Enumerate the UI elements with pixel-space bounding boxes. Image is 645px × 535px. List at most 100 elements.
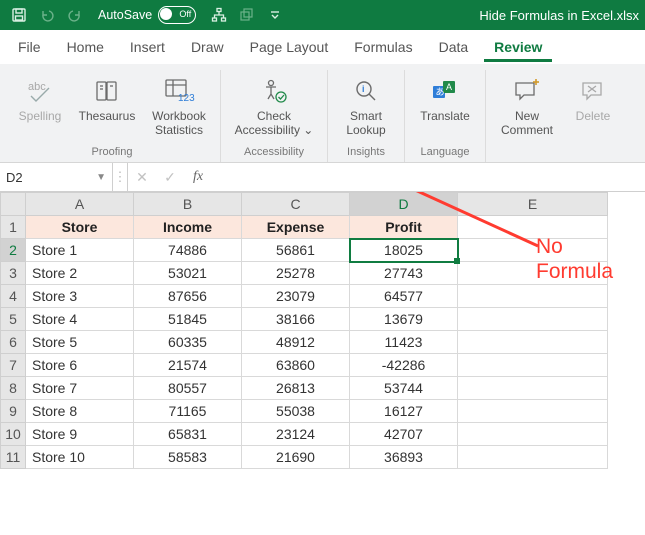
cell[interactable]: 21690 xyxy=(242,446,350,469)
cell[interactable] xyxy=(458,308,608,331)
col-header-C[interactable]: C xyxy=(242,193,350,216)
row-header-8[interactable]: 8 xyxy=(1,377,26,400)
cell[interactable]: 27743 xyxy=(350,262,458,285)
cell[interactable]: 38166 xyxy=(242,308,350,331)
cell[interactable]: Store 2 xyxy=(26,262,134,285)
tab-file[interactable]: File xyxy=(8,33,51,61)
cell[interactable]: 63860 xyxy=(242,354,350,377)
cell[interactable]: Store 9 xyxy=(26,423,134,446)
redo-icon[interactable] xyxy=(62,3,88,27)
tab-insert[interactable]: Insert xyxy=(120,33,175,61)
cell[interactable]: 58583 xyxy=(134,446,242,469)
cell[interactable] xyxy=(458,262,608,285)
tab-data[interactable]: Data xyxy=(429,33,479,61)
toggle-switch[interactable]: Off xyxy=(158,6,196,24)
cell[interactable]: 87656 xyxy=(134,285,242,308)
cell[interactable]: 16127 xyxy=(350,400,458,423)
cell[interactable] xyxy=(458,423,608,446)
translate-button[interactable]: あA Translate xyxy=(411,70,479,142)
cell[interactable]: -42286 xyxy=(350,354,458,377)
tab-page-layout[interactable]: Page Layout xyxy=(240,33,339,61)
cell[interactable] xyxy=(458,216,608,239)
cell[interactable]: 80557 xyxy=(134,377,242,400)
cell[interactable]: 23124 xyxy=(242,423,350,446)
spelling-button[interactable]: abc Spelling xyxy=(10,70,70,142)
cell[interactable] xyxy=(458,377,608,400)
row-header-3[interactable]: 3 xyxy=(1,262,26,285)
cell[interactable] xyxy=(458,354,608,377)
cell[interactable]: 21574 xyxy=(134,354,242,377)
name-box[interactable]: D2 ▼ xyxy=(0,163,113,191)
cell[interactable]: 25278 xyxy=(242,262,350,285)
cell[interactable]: Income xyxy=(134,216,242,239)
row-header-7[interactable]: 7 xyxy=(1,354,26,377)
row-header-11[interactable]: 11 xyxy=(1,446,26,469)
col-header-D[interactable]: D xyxy=(350,193,458,216)
row-header-10[interactable]: 10 xyxy=(1,423,26,446)
cell[interactable]: 64577 xyxy=(350,285,458,308)
cell[interactable]: Store 5 xyxy=(26,331,134,354)
cell[interactable]: Store 8 xyxy=(26,400,134,423)
check-accessibility-button[interactable]: Check Accessibility ⌄ xyxy=(227,70,321,142)
cell[interactable]: 71165 xyxy=(134,400,242,423)
cell[interactable] xyxy=(458,400,608,423)
formula-input[interactable] xyxy=(212,163,645,191)
new-comment-button[interactable]: New Comment xyxy=(492,70,562,142)
cell[interactable]: Expense xyxy=(242,216,350,239)
cell[interactable]: 36893 xyxy=(350,446,458,469)
workbook-statistics-button[interactable]: 123 Workbook Statistics xyxy=(144,70,214,142)
smart-lookup-button[interactable]: i Smart Lookup xyxy=(334,70,398,142)
tab-home[interactable]: Home xyxy=(57,33,114,61)
cell[interactable] xyxy=(458,446,608,469)
row-header-5[interactable]: 5 xyxy=(1,308,26,331)
group-icon[interactable] xyxy=(234,3,260,27)
cell[interactable]: 56861 xyxy=(242,239,350,262)
save-icon[interactable] xyxy=(6,3,32,27)
cell[interactable]: 53744 xyxy=(350,377,458,400)
cell[interactable]: Profit xyxy=(350,216,458,239)
select-all-corner[interactable] xyxy=(1,193,26,216)
cell[interactable]: Store 10 xyxy=(26,446,134,469)
cell[interactable]: 13679 xyxy=(350,308,458,331)
cell[interactable] xyxy=(458,285,608,308)
cell[interactable]: 60335 xyxy=(134,331,242,354)
cell[interactable]: 53021 xyxy=(134,262,242,285)
col-header-B[interactable]: B xyxy=(134,193,242,216)
cell[interactable]: 74886 xyxy=(134,239,242,262)
cell[interactable]: 11423 xyxy=(350,331,458,354)
cell[interactable]: 51845 xyxy=(134,308,242,331)
fx-button[interactable]: fx xyxy=(184,163,212,191)
undo-icon[interactable] xyxy=(34,3,60,27)
org-chart-icon[interactable] xyxy=(206,3,232,27)
cell[interactable]: Store 3 xyxy=(26,285,134,308)
cell[interactable]: 26813 xyxy=(242,377,350,400)
tab-review[interactable]: Review xyxy=(484,33,552,62)
cell[interactable] xyxy=(458,331,608,354)
tab-draw[interactable]: Draw xyxy=(181,33,234,61)
cell-grid[interactable]: A B C D E 1StoreIncomeExpenseProfit2Stor… xyxy=(0,192,608,469)
qat-overflow-icon[interactable] xyxy=(262,3,288,27)
cell[interactable]: Store 6 xyxy=(26,354,134,377)
cancel-formula-icon[interactable]: ✕ xyxy=(128,163,156,191)
cell[interactable]: 65831 xyxy=(134,423,242,446)
cell[interactable]: 55038 xyxy=(242,400,350,423)
row-header-6[interactable]: 6 xyxy=(1,331,26,354)
cell[interactable]: Store xyxy=(26,216,134,239)
row-header-1[interactable]: 1 xyxy=(1,216,26,239)
cell[interactable] xyxy=(458,239,608,262)
delete-comment-button[interactable]: Delete xyxy=(566,70,620,142)
col-header-E[interactable]: E xyxy=(458,193,608,216)
row-header-9[interactable]: 9 xyxy=(1,400,26,423)
thesaurus-button[interactable]: Thesaurus xyxy=(74,70,140,142)
cell[interactable]: 18025 xyxy=(350,239,458,262)
cell[interactable]: Store 1 xyxy=(26,239,134,262)
col-header-A[interactable]: A xyxy=(26,193,134,216)
cell[interactable]: Store 7 xyxy=(26,377,134,400)
tab-formulas[interactable]: Formulas xyxy=(344,33,422,61)
row-header-4[interactable]: 4 xyxy=(1,285,26,308)
cell[interactable]: Store 4 xyxy=(26,308,134,331)
autosave-toggle[interactable]: AutoSave Off xyxy=(98,6,196,24)
cell[interactable]: 42707 xyxy=(350,423,458,446)
row-header-2[interactable]: 2 xyxy=(1,239,26,262)
cell[interactable]: 23079 xyxy=(242,285,350,308)
